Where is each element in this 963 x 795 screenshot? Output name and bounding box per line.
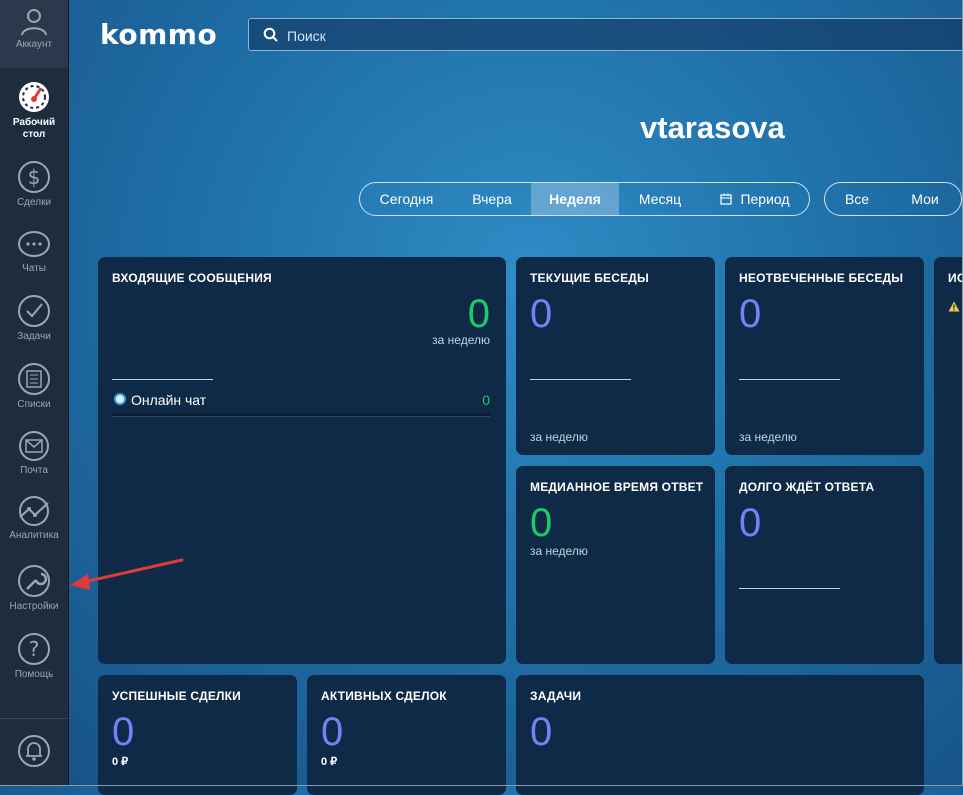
- filter-all[interactable]: Все: [825, 183, 889, 215]
- widget-period: за неделю: [530, 430, 588, 444]
- online-chat-icon: [114, 393, 126, 405]
- widget-title: ЗАДАЧИ: [530, 689, 582, 703]
- median-response-widget[interactable]: МЕДИАННОЕ ВРЕМЯ ОТВЕТ 0 за неделю: [516, 466, 715, 664]
- mail-icon: [19, 431, 49, 461]
- period-filter: Сегодня Вчера Неделя Месяц Период: [359, 182, 810, 216]
- filter-period-label: Период: [740, 191, 790, 207]
- widget-value: 0: [112, 710, 135, 754]
- wrench-icon: [18, 565, 50, 597]
- page-title: vtarasova: [640, 110, 785, 145]
- widget-title: ВХОДЯЩИЕ СООБЩЕНИЯ: [112, 271, 272, 285]
- sidebar-item-settings[interactable]: Настройки: [0, 564, 68, 613]
- widget-value: 0: [467, 292, 490, 336]
- widget-period: за неделю: [530, 544, 588, 558]
- list-icon: [18, 363, 50, 395]
- analytics-icon: [19, 496, 49, 526]
- widget-title: ИС: [948, 271, 963, 285]
- partial-widget[interactable]: ИС: [934, 257, 963, 664]
- sidebar-item-label: Чаты: [22, 263, 46, 274]
- filter-yesterday[interactable]: Вчера: [453, 183, 531, 215]
- sidebar-item-label: Списки: [17, 399, 51, 410]
- sidebar-item-label: Рабочий: [12, 117, 56, 128]
- notifications-button[interactable]: [0, 734, 68, 771]
- sidebar-item-dashboard[interactable]: Рабочий стол: [0, 80, 68, 141]
- sidebar-item-label: Настройки: [9, 601, 59, 612]
- widget-value: 0: [739, 501, 762, 545]
- incoming-messages-widget[interactable]: ВХОДЯЩИЕ СООБЩЕНИЯ 0 за неделю Онлайн ча…: [98, 257, 506, 664]
- widget-period: за неделю: [432, 333, 490, 347]
- bell-icon: [18, 735, 50, 767]
- widget-title: УСПЕШНЫЕ СДЕЛКИ: [112, 689, 241, 703]
- annotation-arrow: [70, 558, 184, 590]
- source-value: 0: [482, 392, 490, 408]
- widget-title: ТЕКУЩИЕ БЕСЕДЫ: [530, 271, 650, 285]
- tasks-widget[interactable]: ЗАДАЧИ 0: [516, 675, 924, 795]
- sidebar-item-deals[interactable]: $ Сделки: [0, 160, 68, 209]
- filter-month[interactable]: Месяц: [619, 183, 701, 215]
- won-deals-widget[interactable]: УСПЕШНЫЕ СДЕЛКИ 0 0 ₽: [98, 675, 297, 795]
- widget-period: за неделю: [739, 430, 797, 444]
- filter-period[interactable]: Период: [701, 183, 809, 215]
- sidebar-item-label: Сделки: [16, 197, 52, 208]
- dashboard-icon: [19, 82, 49, 112]
- widget-title: АКТИВНЫХ СДЕЛОК: [321, 689, 447, 703]
- sidebar-item-label: Почта: [20, 465, 48, 476]
- search-icon: [263, 27, 278, 42]
- sidebar-item-label: Задачи: [17, 331, 51, 342]
- filter-week[interactable]: Неделя: [531, 183, 619, 215]
- widget-value: 0: [530, 501, 553, 545]
- active-deals-widget[interactable]: АКТИВНЫХ СДЕЛОК 0 0 ₽: [307, 675, 506, 795]
- search-input[interactable]: [285, 19, 889, 52]
- source-progress-bar: [112, 413, 490, 417]
- sidebar-item-label: Помощь: [14, 669, 54, 680]
- divider: [112, 379, 213, 380]
- widget-value: 0: [530, 292, 553, 336]
- widget-title: НЕОТВЕЧЕННЫЕ БЕСЕДЫ: [739, 271, 904, 285]
- svg-text:$: $: [28, 165, 41, 189]
- widget-title: МЕДИАННОЕ ВРЕМЯ ОТВЕТ: [530, 480, 704, 494]
- dollar-icon: $: [18, 161, 50, 193]
- current-chats-widget[interactable]: ТЕКУЩИЕ БЕСЕДЫ 0 за неделю: [516, 257, 715, 455]
- divider: [739, 588, 840, 589]
- search-bar[interactable]: [248, 18, 962, 52]
- warning-icon: [948, 301, 960, 312]
- owner-filter: Все Мои: [824, 182, 962, 216]
- sidebar-item-lists[interactable]: Списки: [0, 362, 68, 411]
- sidebar-item-account[interactable]: Аккаунт: [0, 0, 68, 68]
- kommo-logo: kommo: [100, 18, 218, 51]
- long-waiting-widget[interactable]: ДОЛГО ЖДЁТ ОТВЕТА 0: [725, 466, 924, 664]
- filter-mine[interactable]: Мои: [889, 183, 961, 215]
- source-label: Онлайн чат: [131, 392, 207, 408]
- sidebar-divider: [0, 718, 68, 719]
- sidebar-item-chats[interactable]: Чаты: [0, 230, 68, 275]
- user-icon: [21, 9, 47, 36]
- widget-amount: 0 ₽: [112, 756, 129, 768]
- divider: [739, 379, 840, 380]
- sidebar: Аккаунт Рабочий стол $ Сделки Чаты Задач…: [0, 0, 69, 786]
- sidebar-item-mail[interactable]: Почта: [0, 430, 68, 477]
- widget-value: 0: [739, 292, 762, 336]
- divider: [530, 379, 631, 380]
- widget-value: 0: [321, 710, 344, 754]
- sidebar-item-label: Аккаунт: [15, 39, 53, 50]
- widget-title: ДОЛГО ЖДЁТ ОТВЕТА: [739, 480, 875, 494]
- widget-amount: 0 ₽: [321, 756, 338, 768]
- filter-today[interactable]: Сегодня: [360, 183, 453, 215]
- sidebar-item-label: стол: [22, 129, 46, 140]
- widget-value: 0: [530, 710, 553, 754]
- sidebar-item-analytics[interactable]: Аналитика: [0, 495, 68, 542]
- calendar-icon: [720, 193, 733, 205]
- help-icon: ?: [18, 633, 50, 665]
- chat-icon: [18, 231, 50, 257]
- check-icon: [18, 295, 50, 327]
- unanswered-chats-widget[interactable]: НЕОТВЕЧЕННЫЕ БЕСЕДЫ 0 за неделю: [725, 257, 924, 455]
- svg-text:?: ?: [29, 637, 40, 661]
- sidebar-item-label: Аналитика: [9, 530, 59, 541]
- sidebar-item-tasks[interactable]: Задачи: [0, 294, 68, 343]
- sidebar-item-help[interactable]: ? Помощь: [0, 632, 68, 681]
